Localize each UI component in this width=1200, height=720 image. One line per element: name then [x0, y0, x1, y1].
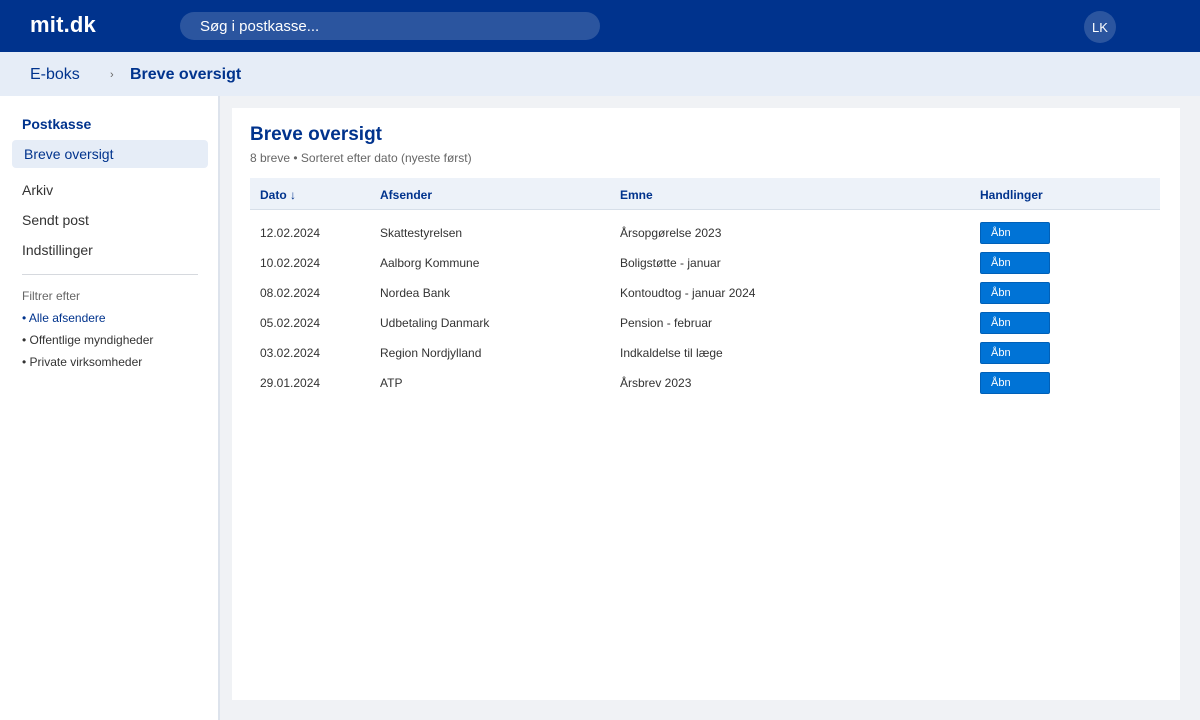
table-row[interactable]: 29.01.2024 ATP Årsbrev 2023 Åbn — [250, 368, 1160, 398]
cell-sender: Udbetaling Danmark — [380, 316, 490, 330]
logo[interactable]: mit.dk — [30, 12, 96, 38]
cell-date: 08.02.2024 — [260, 286, 321, 300]
cell-subject: Årsbrev 2023 — [620, 376, 692, 390]
sidebar: Postkasse Breve oversigt Arkiv Sendt pos… — [0, 96, 220, 720]
table-row[interactable]: 05.02.2024 Udbetaling Danmark Pension - … — [250, 308, 1160, 338]
sidebar-item-arkiv[interactable]: Arkiv — [22, 182, 53, 198]
cell-sender: ATP — [380, 376, 403, 390]
cell-date: 29.01.2024 — [260, 376, 321, 390]
open-button[interactable]: Åbn — [980, 222, 1050, 244]
cell-sender: Nordea Bank — [380, 286, 451, 300]
table-row[interactable]: 08.02.2024 Nordea Bank Kontoudtog - janu… — [250, 278, 1160, 308]
cell-sender: Aalborg Kommune — [380, 256, 480, 270]
cell-date: 10.02.2024 — [260, 256, 321, 270]
cell-subject: Boligstøtte - januar — [620, 256, 721, 270]
cell-date: 05.02.2024 — [260, 316, 321, 330]
cell-subject: Kontoudtog - januar 2024 — [620, 286, 756, 300]
cell-date: 03.02.2024 — [260, 346, 321, 360]
table-row[interactable]: 03.02.2024 Region Nordjylland Indkaldels… — [250, 338, 1160, 368]
open-button[interactable]: Åbn — [980, 312, 1050, 334]
open-button[interactable]: Åbn — [980, 252, 1050, 274]
page-title: Breve oversigt — [250, 124, 383, 145]
filter-public-authorities[interactable]: • Offentlige myndigheder — [22, 333, 153, 347]
filter-title: Filtrer efter — [22, 289, 81, 303]
cell-date: 12.02.2024 — [260, 226, 321, 240]
main-content: Breve oversigt 8 breve • Sorteret efter … — [232, 108, 1180, 700]
breadcrumb-link-eboks[interactable]: E-boks — [30, 66, 80, 84]
search-box[interactable] — [180, 12, 600, 40]
page-subtitle: 8 breve • Sorteret efter dato (nyeste fø… — [250, 151, 472, 165]
cell-sender: Region Nordjylland — [380, 346, 482, 360]
cell-sender: Skattestyrelsen — [380, 226, 463, 240]
filter-all-senders[interactable]: • Alle afsendere — [22, 311, 106, 325]
sidebar-divider — [22, 274, 198, 275]
filter-private-companies[interactable]: • Private virksomheder — [22, 355, 142, 369]
top-bar: mit.dk LK — [0, 0, 1200, 52]
sidebar-heading: Postkasse — [22, 116, 92, 132]
table-header: Dato ↓ Afsender Emne Handlinger — [250, 178, 1160, 210]
column-header-sender[interactable]: Afsender — [380, 188, 432, 202]
sidebar-item-sendt-post[interactable]: Sendt post — [22, 212, 89, 228]
cell-subject: Indkaldelse til læge — [620, 346, 723, 360]
breadcrumb: E-boks › Breve oversigt — [0, 52, 1200, 96]
open-button[interactable]: Åbn — [980, 282, 1050, 304]
sidebar-item-indstillinger[interactable]: Indstillinger — [22, 242, 93, 258]
breadcrumb-current: Breve oversigt — [130, 66, 242, 83]
open-button[interactable]: Åbn — [980, 372, 1050, 394]
cell-subject: Pension - februar — [620, 316, 713, 330]
open-button[interactable]: Åbn — [980, 342, 1050, 364]
table-row[interactable]: 12.02.2024 Skattestyrelsen Årsopgørelse … — [250, 218, 1160, 248]
breadcrumb-separator: › — [110, 69, 114, 81]
avatar[interactable]: LK — [1084, 11, 1116, 43]
table-row[interactable]: 10.02.2024 Aalborg Kommune Boligstøtte -… — [250, 248, 1160, 278]
cell-subject: Årsopgørelse 2023 — [620, 226, 722, 240]
column-header-actions: Handlinger — [980, 188, 1043, 202]
sidebar-item-breve-oversigt[interactable]: Breve oversigt — [12, 140, 208, 168]
column-header-subject[interactable]: Emne — [620, 188, 653, 202]
search-input[interactable] — [180, 12, 600, 40]
column-header-date[interactable]: Dato ↓ — [260, 188, 296, 202]
